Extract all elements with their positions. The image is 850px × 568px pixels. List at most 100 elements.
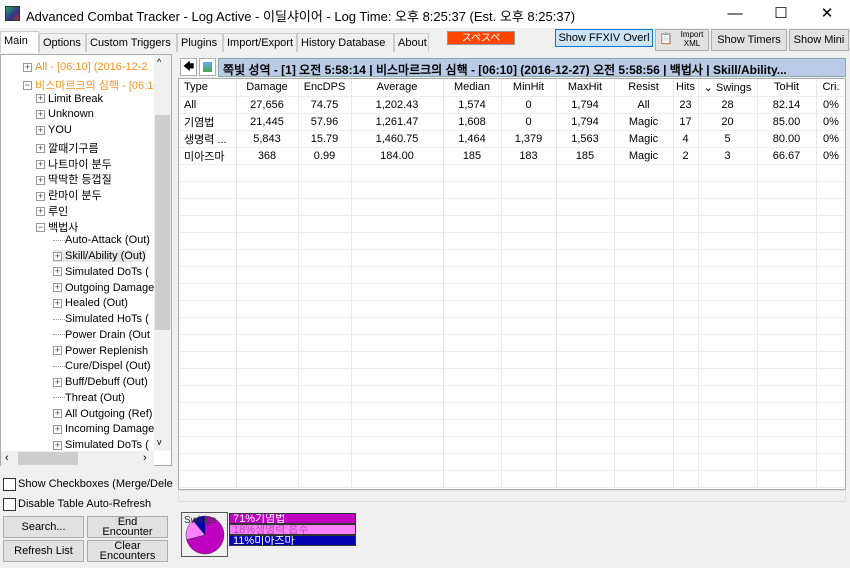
expand-icon[interactable]: + xyxy=(53,251,62,261)
tree-node[interactable]: Threat (Out) xyxy=(53,392,125,404)
expand-icon[interactable]: + xyxy=(53,440,62,450)
tree-node[interactable]: + 란마이 분두 xyxy=(36,187,102,203)
maximize-button[interactable]: ☐ xyxy=(758,2,804,26)
show-checkboxes-checkbox[interactable] xyxy=(3,478,16,491)
tree-node[interactable]: + Healed (Out) xyxy=(53,297,128,309)
image-icon[interactable] xyxy=(199,58,216,76)
expand-icon[interactable]: + xyxy=(36,109,45,119)
collapse-icon[interactable]: − xyxy=(36,223,45,233)
tree-node[interactable]: + All Outgoing (Ref) xyxy=(53,408,152,420)
column-header[interactable]: Average xyxy=(351,79,444,97)
table-cell: 1,794 xyxy=(556,96,615,114)
clear-encounters-button[interactable]: Clear Encounters xyxy=(87,540,168,562)
tree-node[interactable]: + Simulated DoTs ( xyxy=(53,439,149,451)
column-header[interactable]: Damage xyxy=(236,79,299,97)
expand-icon[interactable]: + xyxy=(36,125,45,135)
disable-refresh-checkbox[interactable] xyxy=(3,498,16,511)
column-header[interactable]: Hits xyxy=(673,79,699,97)
empty-row xyxy=(179,436,845,454)
tree-node[interactable]: + Unknown xyxy=(36,108,94,120)
expand-icon[interactable]: + xyxy=(53,298,62,308)
tab-plugins[interactable]: Plugins xyxy=(177,33,223,52)
column-header[interactable]: Type xyxy=(179,79,237,97)
table-row[interactable]: 미아즈마 368 0.99 184.00 185 183 185 Magic 2 3 66.67 0% xyxy=(179,147,845,165)
tree-node[interactable]: + Outgoing Damage xyxy=(53,282,154,294)
show-mini-button[interactable]: Show Mini xyxy=(789,29,849,51)
tree-node[interactable]: + 루인 xyxy=(36,203,68,219)
table-row[interactable]: 기염법 21,445 57.96 1,261.47 1,608 0 1,794 Magic 17… xyxy=(179,113,845,131)
expand-icon[interactable]: + xyxy=(36,160,45,170)
column-header[interactable]: Cri. xyxy=(816,79,845,97)
encounter-tree[interactable]: + All - [06:10] (2016-12-2 − 비스마르크의 심핵 - [0… xyxy=(0,54,172,466)
column-header[interactable]: Resist xyxy=(614,79,674,97)
expand-icon[interactable]: + xyxy=(53,267,62,277)
scroll-thumb[interactable] xyxy=(18,452,78,465)
tab-history-database[interactable]: History Database xyxy=(297,33,394,52)
tree-node[interactable]: + Power Replenish xyxy=(53,345,148,357)
close-button[interactable]: ✕ xyxy=(804,2,850,26)
table-row[interactable]: All 27,656 74.75 1,202.43 1,574 0 1,794 All 23 28… xyxy=(179,96,845,114)
tree-node[interactable]: + 딱딱한 등껍질 xyxy=(36,171,112,187)
expand-icon[interactable]: + xyxy=(36,207,45,217)
tree-node[interactable]: Simulated HoTs ( xyxy=(53,313,149,325)
expand-icon[interactable]: + xyxy=(53,346,62,356)
tab-custom-triggers[interactable]: Custom Triggers xyxy=(86,33,177,52)
import-xml-button[interactable]: 📋 Import XML xyxy=(655,29,709,51)
tree-node[interactable]: + Skill/Ability (Out) xyxy=(53,250,146,262)
expand-icon[interactable]: + xyxy=(53,424,62,434)
column-header[interactable]: ToHit xyxy=(757,79,817,97)
column-header[interactable]: ⌄ Swings xyxy=(698,79,758,97)
tab-main[interactable]: Main xyxy=(0,31,39,53)
expand-icon[interactable]: + xyxy=(53,283,62,293)
expand-icon[interactable]: + xyxy=(36,191,45,201)
tree-node[interactable]: + 나트마이 분두 xyxy=(36,156,112,172)
scroll-right-icon[interactable]: › xyxy=(143,452,147,464)
column-header[interactable]: Median xyxy=(443,79,502,97)
expand-icon[interactable]: + xyxy=(23,62,32,72)
refresh-list-button[interactable]: Refresh List xyxy=(3,540,84,562)
expand-icon[interactable]: + xyxy=(53,409,62,419)
tab-import-export[interactable]: Import/Export xyxy=(223,33,297,52)
scroll-down-icon[interactable]: v xyxy=(157,437,162,447)
show-overlay-button[interactable]: Show FFXIV Overl xyxy=(555,29,653,47)
end-encounter-button[interactable]: End Encounter xyxy=(87,516,168,538)
scroll-thumb[interactable] xyxy=(155,115,170,330)
tree-node[interactable]: + Limit Break xyxy=(36,93,103,105)
back-button[interactable]: 🡄 xyxy=(180,58,197,76)
empty-row xyxy=(179,419,845,437)
expand-icon[interactable]: + xyxy=(53,377,62,387)
tree-node[interactable]: Cure/Dispel (Out) xyxy=(53,360,151,372)
tree-horizontal-scrollbar[interactable]: ‹ › xyxy=(1,451,154,466)
tree-node[interactable]: + All - [06:10] (2016-12-2 xyxy=(23,61,148,73)
search-button[interactable]: Search... xyxy=(3,516,84,538)
tree-node[interactable]: Auto-Attack (Out) xyxy=(53,234,150,246)
minimize-button[interactable]: — xyxy=(712,2,758,26)
table-row[interactable]: 생명력 ... 5,843 15.79 1,460.75 1,464 1,379 1,563… xyxy=(179,130,845,148)
tree-node[interactable]: − 백법사 xyxy=(36,219,78,235)
tree-node[interactable]: + Buff/Debuff (Out) xyxy=(53,376,148,388)
expand-icon[interactable]: + xyxy=(36,175,45,185)
tree-node[interactable]: + 깔때기구름 xyxy=(36,140,99,156)
tree-node[interactable]: + Incoming Damage xyxy=(53,423,154,435)
tab-about[interactable]: About xyxy=(394,33,429,52)
show-timers-button[interactable]: Show Timers xyxy=(711,29,787,51)
tree-vertical-scrollbar[interactable]: ^ v xyxy=(154,55,171,451)
data-table[interactable]: Type Damage EncDPS Average Median MinHit MaxHi… xyxy=(178,78,846,490)
column-header[interactable]: MaxHit xyxy=(556,79,615,97)
tree-node[interactable]: − 비스마르크의 심핵 - [06:10 xyxy=(23,77,159,93)
scroll-up-icon[interactable]: ^ xyxy=(157,57,161,67)
tree-node[interactable]: Power Drain (Out xyxy=(53,329,150,341)
tab-options[interactable]: Options xyxy=(39,33,86,52)
column-header[interactable]: EncDPS xyxy=(298,79,352,97)
pie-chart: Swings xyxy=(181,512,228,557)
collapse-icon[interactable]: − xyxy=(23,81,32,91)
expand-icon[interactable]: + xyxy=(36,94,45,104)
scroll-left-icon[interactable]: ‹ xyxy=(5,452,9,464)
legend-entry: 11%미아즈마 xyxy=(229,535,356,546)
table-horizontal-scrollbar[interactable] xyxy=(178,490,846,502)
tree-node-label: Power Replenish xyxy=(65,344,149,357)
expand-icon[interactable]: + xyxy=(36,144,45,154)
column-header[interactable]: MinHit xyxy=(501,79,557,97)
tree-node[interactable]: + YOU xyxy=(36,124,72,136)
tree-node[interactable]: + Simulated DoTs ( xyxy=(53,266,149,278)
